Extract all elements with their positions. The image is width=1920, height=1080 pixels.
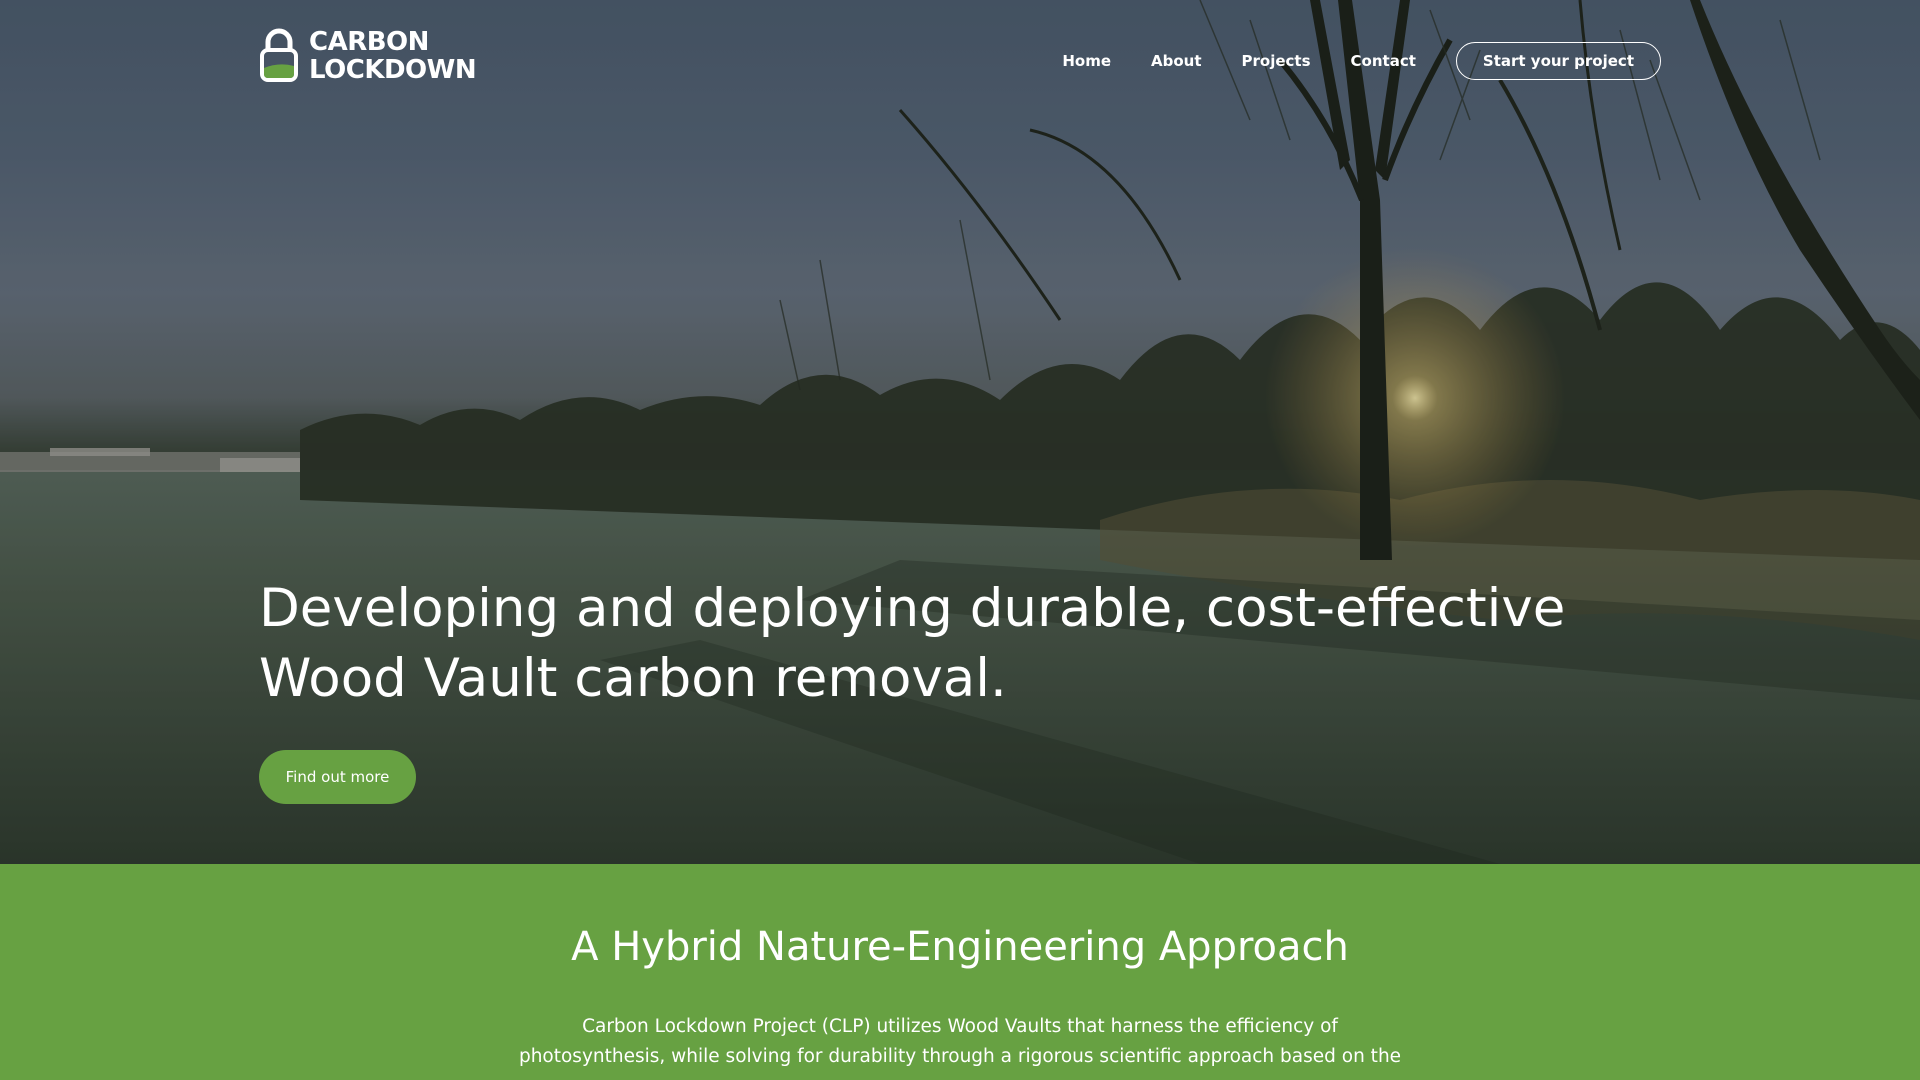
hero-heading: Developing and deploying durable, cost-e…: [259, 578, 1566, 709]
hero-overlay: [0, 0, 1920, 864]
nav-link-home[interactable]: Home: [1062, 40, 1111, 82]
brand-line-1: CARBON: [309, 27, 429, 57]
nav-link-about[interactable]: About: [1151, 40, 1202, 82]
brand-line-2: LOCKDOWN: [309, 55, 477, 85]
brand-name: CARBON LOCKDOWN: [309, 27, 477, 85]
brand-logo[interactable]: CARBON LOCKDOWN: [259, 27, 477, 85]
main-nav: Home About Projects Contact Start your p…: [1022, 40, 1661, 82]
padlock-icon: [260, 28, 298, 82]
page: CARBON LOCKDOWN Home About Projects Cont…: [0, 0, 1920, 1080]
approach-description: Carbon Lockdown Project (CLP) utilizes W…: [518, 1016, 1402, 1067]
nav-link-contact[interactable]: Contact: [1351, 40, 1416, 82]
approach-heading: A Hybrid Nature-Engineering Approach: [571, 924, 1349, 970]
find-out-more-button[interactable]: Find out more: [259, 750, 416, 804]
hero-section: CARBON LOCKDOWN Home About Projects Cont…: [0, 0, 1920, 864]
nav-link-projects[interactable]: Projects: [1242, 40, 1311, 82]
start-project-button[interactable]: Start your project: [1455, 42, 1661, 80]
approach-section: A Hybrid Nature-Engineering Approach Car…: [0, 864, 1920, 1080]
